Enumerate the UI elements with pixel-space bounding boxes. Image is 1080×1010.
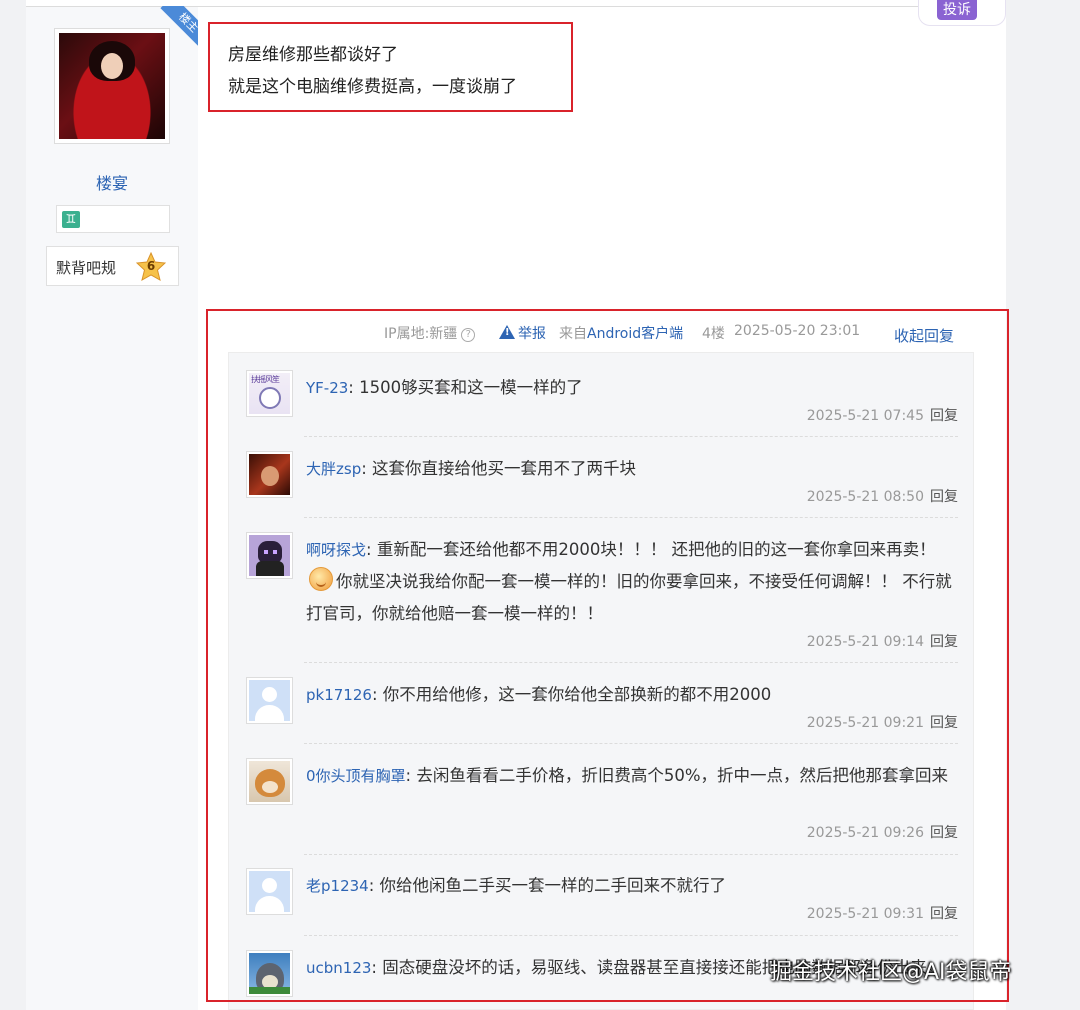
badge-level: 6 [146, 259, 156, 273]
comment-avatar[interactable] [246, 758, 293, 805]
comment-username[interactable]: 0你头顶有胸罩 [306, 767, 406, 785]
comment-text: 老p1234: 你给他闲鱼二手买一套一样的二手回来不就行了 [306, 876, 727, 895]
forum-badge[interactable]: 默背吧规 6 [46, 246, 179, 286]
comment-text: 0你头顶有胸罩: 去闲鱼看看二手价格，折旧费高个50%，折中一点，然后把他那套拿… [306, 766, 949, 785]
comment-divider [304, 436, 958, 437]
comment-time: 2025-5-21 09:26 回复 [806, 825, 958, 841]
comment-time: 2025-5-21 07:45 回复 [806, 408, 958, 424]
comment-time: 2025-5-21 09:14 回复 [806, 634, 958, 650]
comment-time: 2025-5-21 09:21 回复 [806, 715, 958, 731]
reply-link[interactable]: 回复 [930, 825, 958, 841]
reply-link[interactable]: 回复 [930, 906, 958, 922]
reply-link[interactable]: 回复 [930, 715, 958, 731]
left-gutter [0, 0, 26, 1010]
post-meta: IP属地:新疆? 举报 来自Android客户端 4楼 2025-05-20 2… [228, 321, 974, 347]
author-avatar-image [59, 33, 165, 139]
author-column [26, 7, 198, 1010]
post-line-2: 就是这个电脑维修费挺高，一度谈崩了 [228, 77, 517, 97]
gemini-level-icon: ♊ [62, 211, 80, 228]
comment-divider [304, 517, 958, 518]
comment-item: 啊呀探戈: 重新配一套还给他都不用2000块！！！ 还把他的旧的这一套你拿回来再… [246, 532, 958, 666]
client-source: 来自Android客户端 [559, 326, 684, 342]
comment-time: 2025-5-21 08:50 回复 [806, 489, 958, 505]
right-gutter [1006, 0, 1080, 1010]
comment-divider [304, 743, 958, 744]
comment-time: 2025-5-21 09:31 回复 [806, 906, 958, 922]
comment-item: 0你头顶有胸罩: 去闲鱼看看二手价格，折旧费高个50%，折中一点，然后把他那套拿… [246, 758, 958, 858]
comment-text: 大胖zsp: 这套你直接给他买一套用不了两千块 [306, 459, 637, 478]
complaint-label: 投诉 [937, 0, 977, 20]
op-ribbon: 楼主 [156, 6, 198, 48]
star-badge-icon: 6 [135, 251, 167, 282]
comment-item: pk17126: 你不用给他修，这一套你给他全部换新的都不用2000 2025-… [246, 677, 958, 747]
ip-location: IP属地:新疆? [384, 323, 476, 343]
client-link[interactable]: Android客户端 [587, 326, 683, 342]
post-line-1: 房屋维修那些都谈好了 [228, 45, 398, 65]
author-level-box[interactable]: ♊ [56, 205, 170, 233]
comment-text: 啊呀探戈: 重新配一套还给他都不用2000块！！！ 还把他的旧的这一套你拿回来再… [306, 540, 952, 623]
comment-avatar[interactable] [246, 950, 293, 997]
comment-avatar[interactable] [246, 532, 293, 579]
author-avatar[interactable] [54, 28, 170, 144]
comment-item: 扶摇风笙 YF-23: 1500够买套和这一模一样的了 2025-5-21 07… [246, 370, 958, 440]
comment-item: 老p1234: 你给他闲鱼二手买一套一样的二手回来不就行了 2025-5-21 … [246, 868, 958, 938]
comment-divider [304, 935, 958, 936]
smile-emoji-icon [309, 567, 333, 591]
reply-link[interactable]: 回复 [930, 408, 958, 424]
badge-label: 默背吧规 [56, 259, 117, 277]
warning-icon [499, 325, 515, 339]
collapse-label: 收起回复 [894, 327, 955, 345]
collapse-replies-button[interactable]: 收起回复 [872, 316, 970, 352]
comment-avatar[interactable] [246, 451, 293, 498]
comment-item: 大胖zsp: 这套你直接给他买一套用不了两千块 2025-5-21 08:50 回… [246, 451, 958, 521]
comment-username[interactable]: ucbn123 [306, 959, 371, 977]
comment-username[interactable]: 啊呀探戈 [306, 541, 366, 559]
comment-divider [304, 662, 958, 663]
comment-username[interactable]: 大胖zsp [306, 460, 361, 478]
comment-divider [304, 854, 958, 855]
post-content: 房屋维修那些都谈好了 就是这个电脑维修费挺高，一度谈崩了 [208, 22, 573, 112]
reply-link[interactable]: 回复 [930, 489, 958, 505]
help-icon[interactable]: ? [461, 328, 476, 342]
reply-link[interactable]: 回复 [930, 634, 958, 650]
report-link[interactable]: 举报 [499, 323, 546, 343]
comment-username[interactable]: pk17126 [306, 686, 372, 704]
comment-avatar[interactable] [246, 868, 293, 915]
floor-number: 4楼 [702, 326, 725, 342]
comment-avatar[interactable]: 扶摇风笙 [246, 370, 293, 417]
post-date: 2025-05-20 23:01 [734, 323, 861, 339]
comment-username[interactable]: YF-23 [306, 379, 348, 397]
comment-text: pk17126: 你不用给他修，这一套你给他全部换新的都不用2000 [306, 685, 772, 704]
comment-text: YF-23: 1500够买套和这一模一样的了 [306, 378, 583, 397]
watermark: 掘金技术社区@AI袋鼠帝 [770, 960, 1012, 985]
author-name[interactable]: 楼宴 [54, 170, 170, 194]
comment-avatar[interactable] [246, 677, 293, 724]
comment-username[interactable]: 老p1234 [306, 877, 369, 895]
complaint-button[interactable]: 投诉 [918, 0, 1006, 26]
